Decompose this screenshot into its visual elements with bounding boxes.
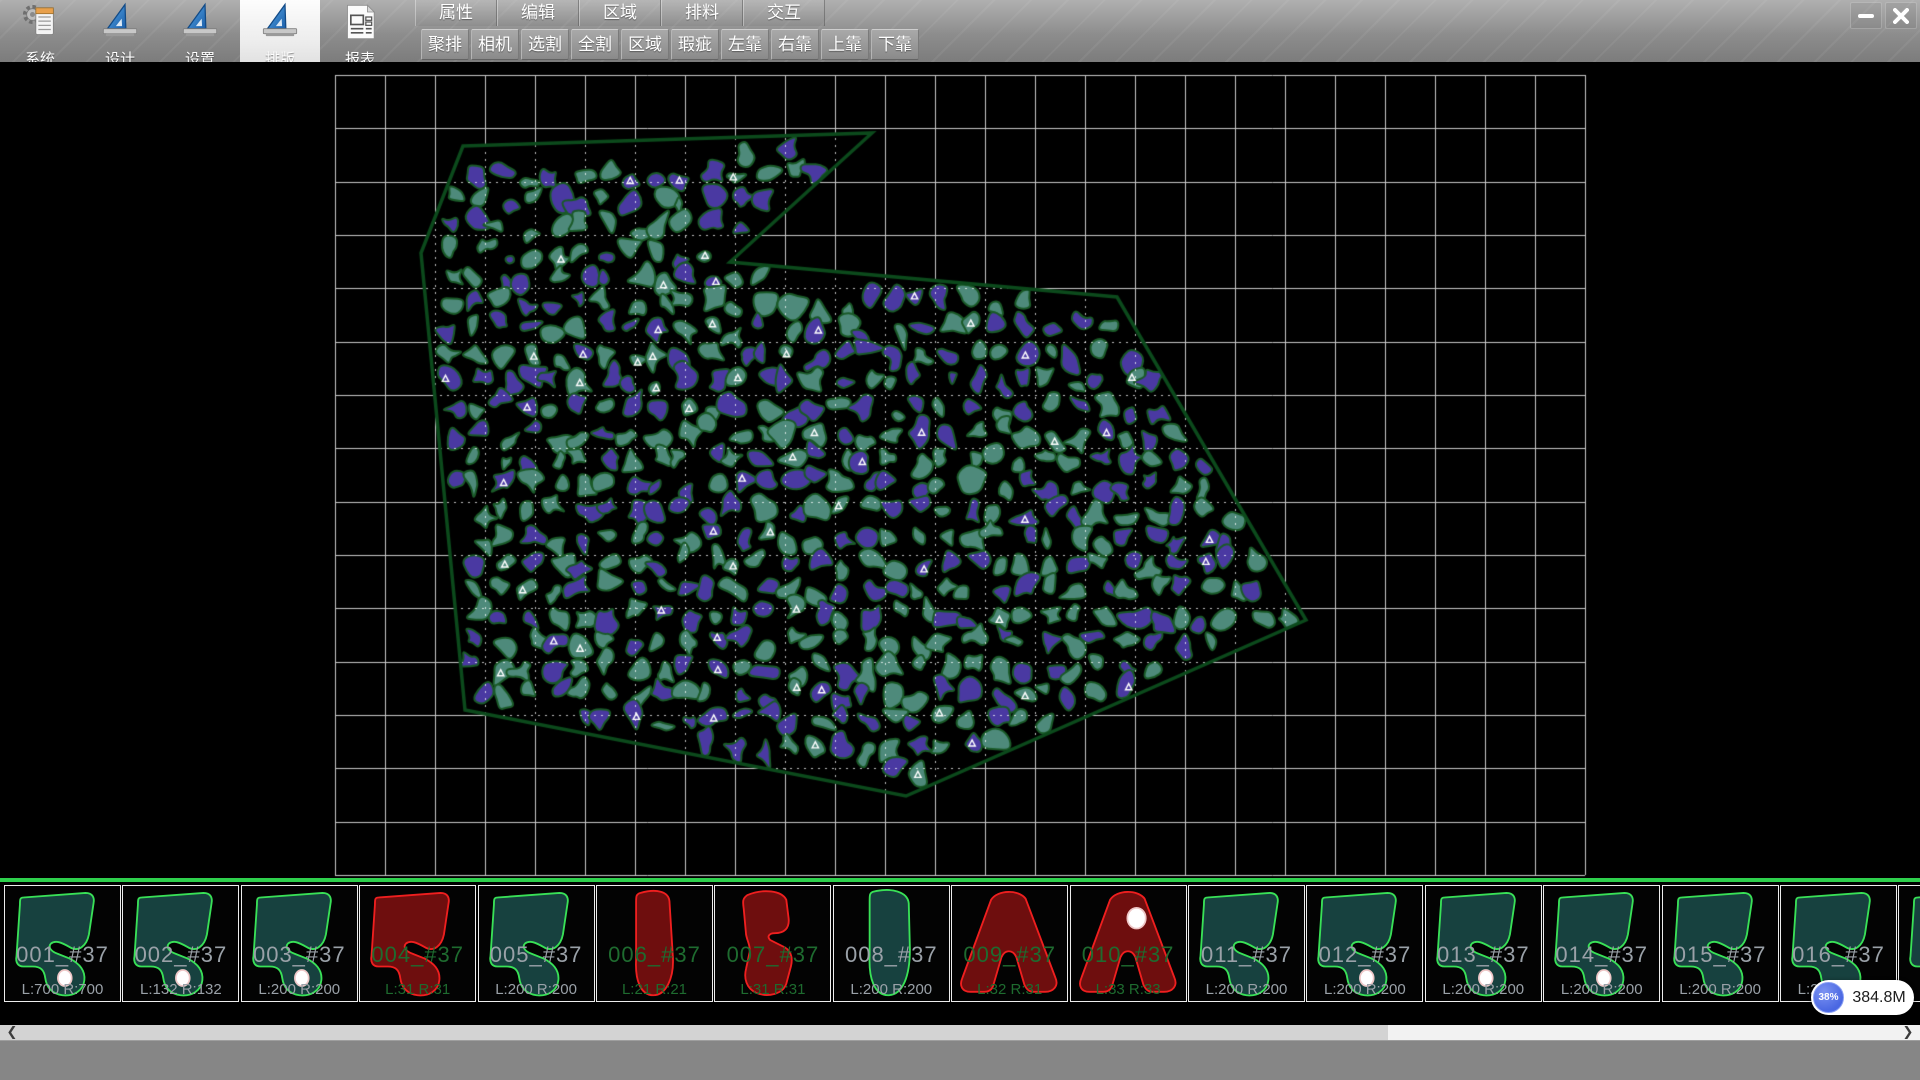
piece-id-label: 013_#37 [1426, 942, 1541, 968]
piece-count-label: L:200 R:200 [1663, 981, 1778, 998]
mode-button-label: 设计 [105, 48, 135, 62]
piece-count-label: L:200 R:200 [1307, 981, 1422, 998]
piece-thumbnail-3[interactable]: 003_#37 L:200 R:200 [241, 885, 358, 1002]
piece-thumbnail-2[interactable]: 002_#37 L:132 R:132 [122, 885, 239, 1002]
piece-count-label: L:700 R:700 [5, 981, 120, 998]
set-square-icon [100, 2, 140, 47]
mode-button-1[interactable]: 系统 [0, 0, 80, 62]
status-bar [0, 1040, 1920, 1080]
piece-count-label: L:32 R:31 [952, 981, 1067, 998]
tool-button-9[interactable]: 上靠 [821, 29, 869, 60]
piece-id-label: 015_#37 [1663, 942, 1778, 968]
mode-button-4[interactable]: 排版 [240, 0, 320, 62]
menu-bar: 属性编辑区域排料交互 [415, 0, 825, 26]
mode-button-label: 报表 [345, 48, 375, 62]
memory-value: 384.8M [1844, 989, 1914, 1007]
mode-button-3[interactable]: 设置 [160, 0, 240, 62]
minimize-icon [1857, 12, 1875, 20]
mode-button-label: 系统 [25, 48, 55, 62]
minimize-button[interactable] [1850, 2, 1882, 29]
mode-button-2[interactable]: 设计 [80, 0, 160, 62]
piece-id-label: 009_#37 [952, 942, 1067, 968]
piece-thumbnail-strip: 001_#37 L:700 R:700002_#37 L:132 R:132003_… [0, 878, 1920, 1006]
piece-thumbnail-6[interactable]: 006_#37 L:21 R:21 [596, 885, 713, 1002]
piece-thumbnail-15[interactable]: 015_#37 L:200 R:200 [1662, 885, 1779, 1002]
piece-count-label: L:200 R:200 [242, 981, 357, 998]
piece-thumbnail-7[interactable]: 007_#37 L:31 R:31 [714, 885, 831, 1002]
piece-thumbnail-10[interactable]: 010_#37 L:33 R:33 [1070, 885, 1187, 1002]
memory-usage-badge: 38% 384.8M [1811, 980, 1914, 1015]
menu-item-4[interactable]: 排料 [661, 0, 743, 26]
horizontal-scrollbar[interactable]: ❮ ❯ [0, 1025, 1920, 1040]
set-square-icon [260, 2, 300, 47]
piece-id-label: 006_#37 [597, 942, 712, 968]
tool-button-2[interactable]: 相机 [471, 29, 519, 60]
piece-id-label: 010_#37 [1071, 942, 1186, 968]
piece-id-label: 012_#37 [1307, 942, 1422, 968]
scroll-right-arrow-icon[interactable]: ❯ [1896, 1025, 1920, 1040]
piece-id-label: 007_#37 [715, 942, 830, 968]
piece-id-label: 004_#37 [360, 942, 475, 968]
tool-button-4[interactable]: 全割 [571, 29, 619, 60]
mode-button-label: 排版 [265, 48, 295, 62]
piece-thumbnail-9[interactable]: 009_#37 L:32 R:31 [951, 885, 1068, 1002]
menu-item-5[interactable]: 交互 [743, 0, 825, 26]
piece-thumbnail-11[interactable]: 011_#37 L:200 R:200 [1188, 885, 1305, 1002]
piece-thumbnail-4[interactable]: 004_#37 L:31 R:31 [359, 885, 476, 1002]
menu-item-1[interactable]: 属性 [415, 0, 497, 26]
piece-thumbnail-8[interactable]: 008_#37 L:200 R:200 [833, 885, 950, 1002]
piece-count-label: L:200 R:200 [1426, 981, 1541, 998]
tool-button-7[interactable]: 左靠 [721, 29, 769, 60]
scroll-left-arrow-icon[interactable]: ❮ [0, 1025, 24, 1040]
ribbon: 系统设计设置排版报表 属性编辑区域排料交互 聚排相机选割全割区域瑕疵左靠右靠上靠… [0, 0, 1920, 62]
tool-button-8[interactable]: 右靠 [771, 29, 819, 60]
tool-bar: 聚排相机选割全割区域瑕疵左靠右靠上靠下靠 [421, 29, 919, 60]
tool-button-5[interactable]: 区域 [621, 29, 669, 60]
menu-item-3[interactable]: 区域 [579, 0, 661, 26]
tool-button-6[interactable]: 瑕疵 [671, 29, 719, 60]
close-icon [1893, 8, 1909, 24]
window-controls [1850, 2, 1917, 29]
gear-clipboard-icon [20, 2, 60, 47]
piece-id-label: 014_#37 [1544, 942, 1659, 968]
piece-count-label: L:200 R:200 [834, 981, 949, 998]
piece-count-label: L:132 R:132 [123, 981, 238, 998]
piece-id-label: 011_#37 [1189, 942, 1304, 968]
piece-id-label: 005_#37 [479, 942, 594, 968]
piece-count-label: L:33 R:33 [1071, 981, 1186, 998]
piece-id-label: 001_#37 [5, 942, 120, 968]
piece-id-label: 016_#37 [1781, 942, 1896, 968]
piece-id-label: 002_#37 [123, 942, 238, 968]
tool-button-10[interactable]: 下靠 [871, 29, 919, 60]
piece-thumbnail-13[interactable]: 013_#37 L:200 R:200 [1425, 885, 1542, 1002]
piece-thumbnail-12[interactable]: 012_#37 L:200 R:200 [1306, 885, 1423, 1002]
piece-count-label: L:200 R:200 [479, 981, 594, 998]
app-mode-buttons: 系统 设计 设置 排版 报表 [0, 0, 400, 62]
piece-count-label: L:200 R:200 [1544, 981, 1659, 998]
tool-button-1[interactable]: 聚排 [421, 29, 469, 60]
usage-percent-indicator: 38% [1813, 982, 1844, 1013]
report-document-icon [340, 2, 380, 47]
piece-count-label: L:31 R:31 [360, 981, 475, 998]
scrollbar-thumb[interactable] [0, 1025, 1388, 1040]
piece-id-label: 008_#37 [834, 942, 949, 968]
piece-thumbnail-5[interactable]: 005_#37 L:200 R:200 [478, 885, 595, 1002]
piece-count-label: L:200 R:200 [1189, 981, 1304, 998]
nesting-canvas[interactable] [0, 62, 1920, 878]
piece-count-label: L:31 R:31 [715, 981, 830, 998]
piece-thumbnail-1[interactable]: 001_#37 L:700 R:700 [4, 885, 121, 1002]
piece-count-label: L:21 R:21 [597, 981, 712, 998]
mode-button-5[interactable]: 报表 [320, 0, 400, 62]
menu-item-2[interactable]: 编辑 [497, 0, 579, 26]
close-button[interactable] [1885, 2, 1917, 29]
piece-thumbnail-14[interactable]: 014_#37 L:200 R:200 [1543, 885, 1660, 1002]
piece-id-label: 003_#37 [242, 942, 357, 968]
tool-button-3[interactable]: 选割 [521, 29, 569, 60]
mode-button-label: 设置 [185, 48, 215, 62]
set-square-icon [180, 2, 220, 47]
